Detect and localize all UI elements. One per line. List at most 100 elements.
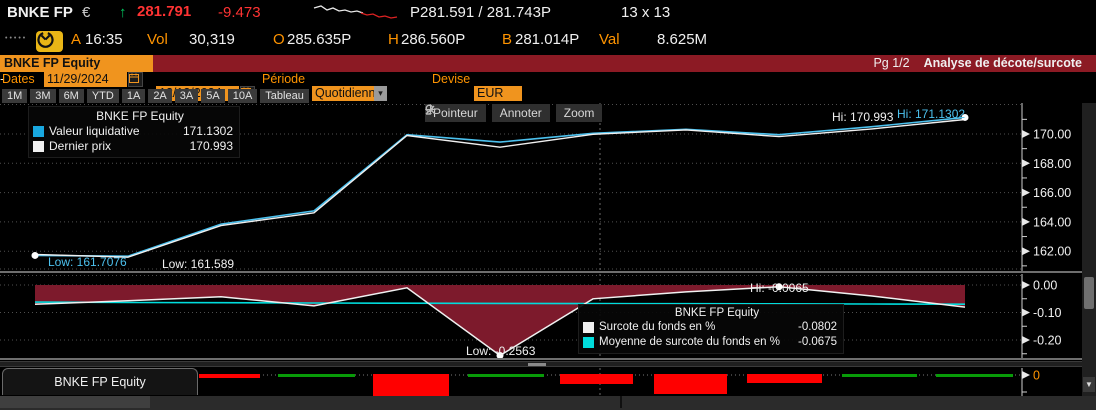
svg-text:164.00: 164.00 <box>1033 215 1071 229</box>
currency-symbol: € <box>82 4 90 21</box>
flow-bar-red <box>654 374 727 394</box>
svg-text:168.00: 168.00 <box>1033 157 1071 171</box>
range-button-2a[interactable]: 2A <box>148 89 171 103</box>
nav-series-label: Valeur liquidative <box>49 124 140 139</box>
open-label: O <box>273 31 285 48</box>
legend-row-last: Dernier prix 170.993 <box>33 139 233 154</box>
high-value: 286.560P <box>401 31 465 48</box>
legend-title: BNKE FP Equity <box>33 109 233 123</box>
open-value: 285.635P <box>287 31 351 48</box>
range-button-row: 1M3M 6MYTD1A2A 3A5A 10ATableau <box>2 89 309 103</box>
lot-size: 13 x 13 <box>621 4 670 21</box>
intraday-sparkline-icon <box>313 4 403 20</box>
vertical-scrollbar-handle[interactable] <box>1084 277 1094 309</box>
devise-input[interactable]: EUR <box>474 86 522 101</box>
range-button-3a[interactable]: 3A <box>175 89 198 103</box>
session-time: 16:35 <box>85 31 123 48</box>
flow-bar-green <box>278 374 355 377</box>
hi-annotation-premium: Hi: -0.0065 <box>750 281 809 295</box>
range-button-3m[interactable]: 3M <box>30 89 55 103</box>
low-annotation-nav: Low: 161.7076 <box>48 255 127 269</box>
horizontal-scrollbar-handle[interactable] <box>528 363 546 366</box>
devise-label: Devise <box>432 72 470 86</box>
controls-row: Dates 11/29/2024 - 12/13/2024 Période Qu… <box>0 72 1096 89</box>
annotate-button-label: Annoter <box>500 106 542 120</box>
calendar-start-icon[interactable] <box>128 72 143 87</box>
scroll-down-arrow-icon[interactable]: ▼ <box>1083 377 1095 392</box>
bloomberg-terminal-screen: BNKE FP € ↑ 281.791 -9.473 P281.591 / 28… <box>0 0 1096 410</box>
flow-bar-green <box>842 374 917 377</box>
vol-label: Vol <box>147 31 168 48</box>
svg-text:-0.20: -0.20 <box>1033 334 1062 348</box>
period-select[interactable]: Quotidienn <box>312 86 374 101</box>
flow-bar-green <box>468 374 544 377</box>
status-bar-divider <box>620 396 622 408</box>
range-button-10a[interactable]: 10A <box>228 89 258 103</box>
flow-bar-red <box>560 374 633 384</box>
legend-row-nav: Valeur liquidative 171.1302 <box>33 124 233 139</box>
nav-swatch-icon <box>33 126 44 137</box>
traded-value: 8.625M <box>657 31 707 48</box>
flow-bar-green <box>936 374 1013 377</box>
dates-label: Dates <box>2 72 35 86</box>
legend-title: BNKE FP Equity <box>583 307 837 319</box>
range-button-5a[interactable]: 5A <box>201 89 224 103</box>
legend-row-premium: Surcote du fonds en % -0.0802 <box>583 320 837 335</box>
premium-chart-plot[interactable]: 0.00 -0.10 -0.20 <box>0 274 1082 358</box>
bid-ask-quote: P281.591 / 281.743P <box>410 4 551 21</box>
svg-text:0.00: 0.00 <box>1033 279 1057 293</box>
market-clock-icon[interactable] <box>36 31 63 52</box>
annotate-button[interactable]: Annoter <box>492 104 550 122</box>
session-row: ••••• A 16:35 Vol 30,319 O 285.635P H 28… <box>0 31 1096 53</box>
mean-series-value: -0.0675 <box>788 335 837 350</box>
premium-series-value: -0.0802 <box>788 320 837 335</box>
page-indicator[interactable]: Pg 1/2 <box>873 56 909 70</box>
low-annotation-last: Low: 161.589 <box>162 257 234 271</box>
status-bar <box>0 396 1096 410</box>
svg-text:-0.10: -0.10 <box>1033 306 1062 320</box>
last-price: 281.791 <box>137 3 191 20</box>
premium-chart-legend: BNKE FP Equity Surcote du fonds en % -0.… <box>578 304 844 354</box>
svg-text:166.00: 166.00 <box>1033 186 1071 200</box>
price-chart-panel: 170.00168.00166.00164.00162.00 Pointeur … <box>0 103 1096 271</box>
zoom-button[interactable]: Zoom <box>556 104 603 122</box>
last-series-value: 170.993 <box>180 139 233 154</box>
status-bar-left-segment <box>0 396 150 408</box>
mean-swatch-icon <box>583 337 594 348</box>
security-tab[interactable]: BNKE FP Equity <box>0 55 153 72</box>
premium-series-label: Surcote du fonds en % <box>599 320 715 335</box>
panel-divider-1[interactable] <box>0 271 1082 273</box>
range-button-1a[interactable]: 1A <box>122 89 145 103</box>
range-button-ytd[interactable]: YTD <box>87 89 119 103</box>
vertical-scrollbar[interactable]: ▼ <box>1082 103 1096 396</box>
horizontal-scrollbar[interactable] <box>0 361 1082 367</box>
bottom-security-tab[interactable]: BNKE FP Equity <box>2 368 198 395</box>
high-label: H <box>388 31 399 48</box>
panel-divider-2[interactable] <box>0 358 1082 360</box>
premium-swatch-icon <box>583 322 594 333</box>
range-button-tableau[interactable]: Tableau <box>260 89 309 103</box>
function-title-bar: BNKE FP Equity Pg 1/2 Analyse de décote/… <box>0 55 1096 72</box>
price-change: -9.473 <box>218 4 261 21</box>
ticker-row: BNKE FP € ↑ 281.791 -9.473 P281.591 / 28… <box>0 4 1096 28</box>
volume-value: 30,319 <box>189 31 235 48</box>
up-arrow-icon: ↑ <box>119 4 127 21</box>
period-dropdown-arrow-icon[interactable]: ▾ <box>374 86 387 101</box>
drag-dots-icon: ••••• <box>5 35 27 42</box>
date-start-input[interactable]: 11/29/2024 <box>44 72 127 87</box>
pointer-button-label: Pointeur <box>433 106 478 120</box>
zoom-magnifier-icon <box>425 104 436 115</box>
legend-row-mean: Moyenne de surcote du fonds en % -0.0675 <box>583 335 837 350</box>
svg-text:170.00: 170.00 <box>1033 128 1071 142</box>
mean-series-label: Moyenne de surcote du fonds en % <box>599 335 780 350</box>
function-title: Analyse de décote/surcote <box>924 56 1082 70</box>
range-button-6m[interactable]: 6M <box>59 89 84 103</box>
zoom-button-label: Zoom <box>564 106 595 120</box>
flow-bar-red <box>199 374 260 378</box>
ticker-symbol: BNKE FP <box>7 4 73 21</box>
flow-bar-red <box>747 374 822 383</box>
range-button-1m[interactable]: 1M <box>2 89 27 103</box>
nav-series-value: 171.1302 <box>173 124 233 139</box>
last-swatch-icon <box>33 141 44 152</box>
bid-label: B <box>502 31 512 48</box>
